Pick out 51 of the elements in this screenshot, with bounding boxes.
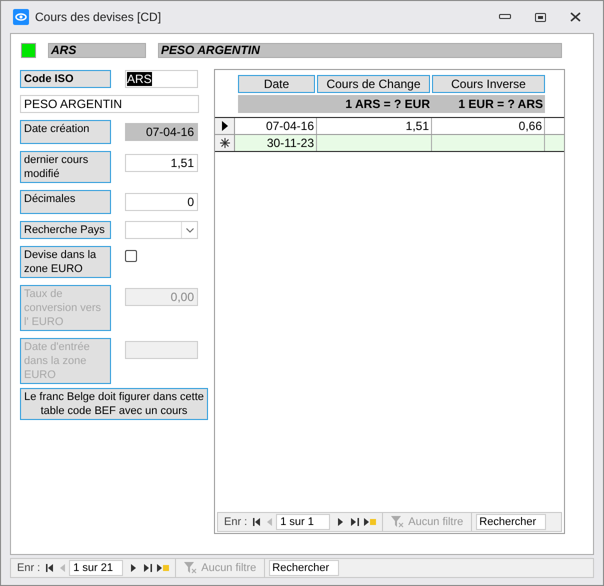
currency-code-header: ARS	[48, 42, 146, 58]
unit-caption: 1 EUR = ? ARS	[458, 97, 543, 111]
last-record-icon[interactable]	[351, 518, 360, 526]
record-position-field[interactable]: 1 sur 1	[276, 514, 330, 530]
chevron-down-icon	[186, 228, 194, 232]
last-record-icon[interactable]	[144, 564, 152, 572]
code-field[interactable]: ARS	[125, 70, 198, 88]
window-title: Cours des devises [CD]	[35, 9, 162, 26]
text-field[interactable]: 07-04-16	[125, 123, 198, 141]
first-record-icon[interactable]	[46, 564, 54, 572]
current-record-icon	[222, 121, 228, 131]
currency-name-field[interactable]: PESO ARGENTIN	[20, 95, 199, 113]
record-label: Enr :	[224, 514, 248, 530]
field-label: Décimales	[20, 190, 111, 214]
note-button[interactable]: Le franc Belge doit figurer dans cette table code BEF avec un cours	[20, 388, 208, 420]
record-label: Enr :	[17, 560, 40, 576]
field-label: Recherche Pays	[20, 221, 111, 239]
table-cell: 1,51	[317, 118, 432, 134]
new-record-icon[interactable]	[157, 564, 170, 572]
record-position-field[interactable]: 1 sur 21	[69, 560, 124, 576]
field-label: Date d'entrée dans la zone EURO	[20, 338, 111, 384]
first-record-icon[interactable]	[253, 518, 262, 526]
field-label: Devise dans la zone EURO	[20, 246, 111, 278]
field-label: Code ISO	[20, 70, 111, 88]
restore-icon[interactable]	[535, 12, 546, 22]
table-cell: 07-04-16	[237, 118, 317, 134]
next-record-icon[interactable]	[131, 564, 136, 572]
minimize-icon[interactable]	[499, 14, 511, 20]
search-field[interactable]: Rechercher	[476, 514, 546, 530]
column-header[interactable]: Cours Inverse	[432, 75, 545, 93]
close-icon[interactable]	[570, 12, 581, 22]
dropdown-field[interactable]	[125, 221, 198, 239]
unit-caption: 1 ARS = ? EUR	[345, 97, 430, 111]
app-icon	[13, 9, 29, 25]
status-indicator	[21, 42, 36, 58]
field-label: dernier cours modifié	[20, 151, 111, 183]
column-header[interactable]: Date	[238, 75, 315, 93]
table-cell: 30-11-23	[237, 135, 317, 151]
new-record-icon	[220, 138, 230, 148]
field-label: Date création	[20, 120, 111, 144]
search-field[interactable]: Rechercher	[269, 560, 340, 576]
field-label: Taux de conversion vers l' EURO	[20, 285, 111, 331]
checkbox[interactable]	[125, 250, 137, 262]
text-field[interactable]: 0	[125, 193, 198, 211]
column-header[interactable]: Cours de Change	[317, 75, 430, 93]
currency-name-header: PESO ARGENTIN	[158, 42, 562, 58]
text-field[interactable]: 1,51	[125, 154, 198, 172]
new-record-icon[interactable]	[364, 518, 376, 526]
filter-icon	[184, 562, 198, 574]
filter-icon	[391, 516, 404, 528]
next-record-icon[interactable]	[338, 518, 344, 526]
